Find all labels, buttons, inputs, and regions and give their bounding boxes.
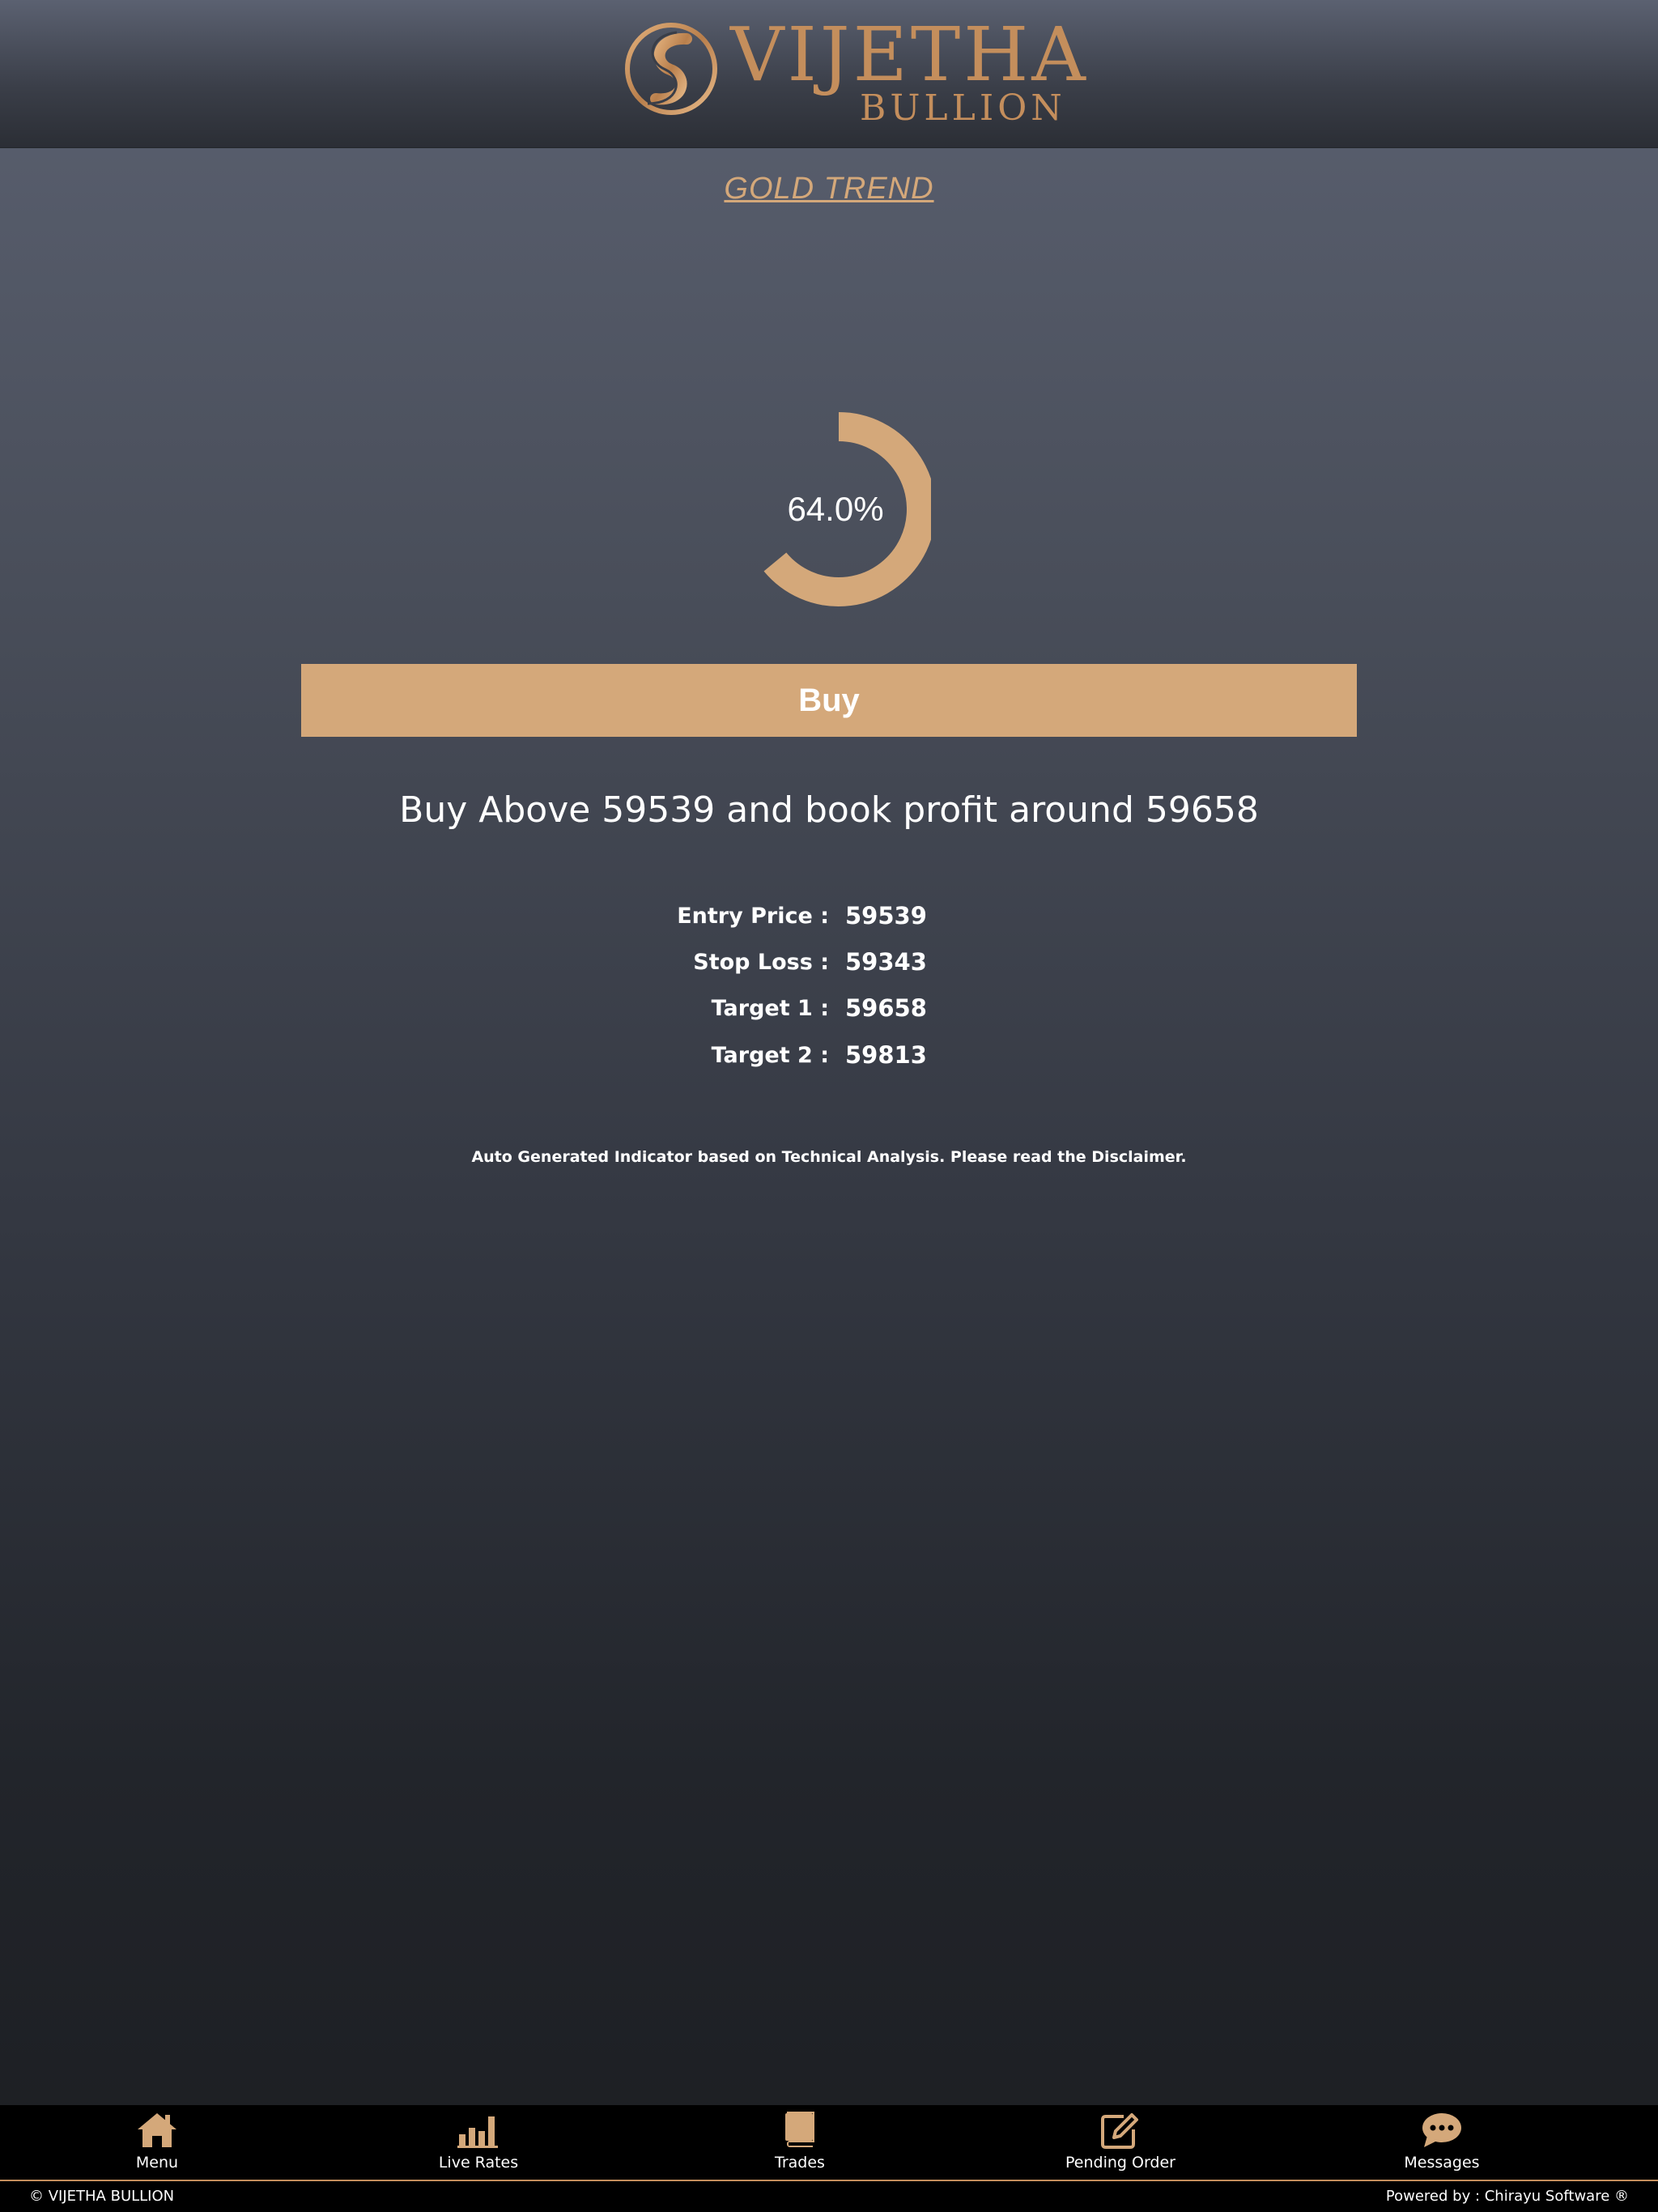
level-label: Target 2 : (711, 1043, 829, 1068)
nav-label: Menu (135, 2154, 179, 2172)
brand-name: VIJETHA (730, 11, 1089, 98)
trade-advice-text: Buy Above 59539 and book profit around 5… (399, 789, 1259, 831)
edit-icon (1101, 2113, 1138, 2149)
chat-icon (1422, 2113, 1461, 2147)
page-title: GOLD TREND (724, 172, 934, 206)
book-icon (785, 2112, 814, 2147)
level-value: 59539 (845, 902, 927, 929)
brand-emblem-icon (625, 23, 717, 115)
signal-buy-button[interactable]: Buy (301, 664, 1357, 737)
level-value: 59658 (845, 994, 927, 1022)
level-value: 59343 (845, 948, 927, 976)
level-label: Entry Price : (677, 904, 829, 929)
level-label: Target 1 : (711, 996, 829, 1021)
level-label: Stop Loss : (693, 950, 829, 975)
copyright-text: © VIJETHA BULLION (29, 2188, 175, 2205)
nav-label: Live Rates (438, 2154, 519, 2172)
powered-by-text[interactable]: Powered by : Chirayu Software ® (1386, 2188, 1629, 2205)
level-row-target-2: Target 2 : 59813 (0, 1038, 1658, 1078)
bottom-nav-bar: Menu Live Rates Trades Pending Order Mes… (0, 2105, 1658, 2180)
level-value: 59813 (845, 1041, 927, 1069)
nav-label: Pending Order (1065, 2154, 1175, 2172)
nav-item-live-rates[interactable]: Live Rates (357, 2105, 600, 2180)
nav-label: Messages (1404, 2154, 1480, 2172)
app-footer: © VIJETHA BULLION Powered by : Chirayu S… (0, 2180, 1658, 2212)
trend-strength-gauge: 64.0% (740, 405, 931, 615)
level-row-entry-price: Entry Price : 59539 (0, 899, 1658, 939)
nav-label: Trades (775, 2154, 825, 2172)
home-icon (138, 2113, 176, 2147)
level-row-stop-loss: Stop Loss : 59343 (0, 945, 1658, 985)
app-header: VIJETHA BULLION (0, 0, 1658, 148)
disclaimer-text[interactable]: Auto Generated Indicator based on Techni… (0, 1148, 1658, 1166)
level-row-target-1: Target 1 : 59658 (0, 991, 1658, 1032)
brand-subtitle: BULLION (860, 87, 1066, 129)
nav-item-messages[interactable]: Messages (1320, 2105, 1563, 2180)
nav-item-menu[interactable]: Menu (36, 2105, 278, 2180)
bar-chart-icon (457, 2116, 498, 2148)
nav-item-pending-order[interactable]: Pending Order (999, 2105, 1242, 2180)
brand-logo[interactable]: VIJETHA BULLION (623, 18, 1086, 131)
nav-item-trades[interactable]: Trades (678, 2105, 921, 2180)
trend-strength-value: 64.0% (787, 490, 884, 528)
